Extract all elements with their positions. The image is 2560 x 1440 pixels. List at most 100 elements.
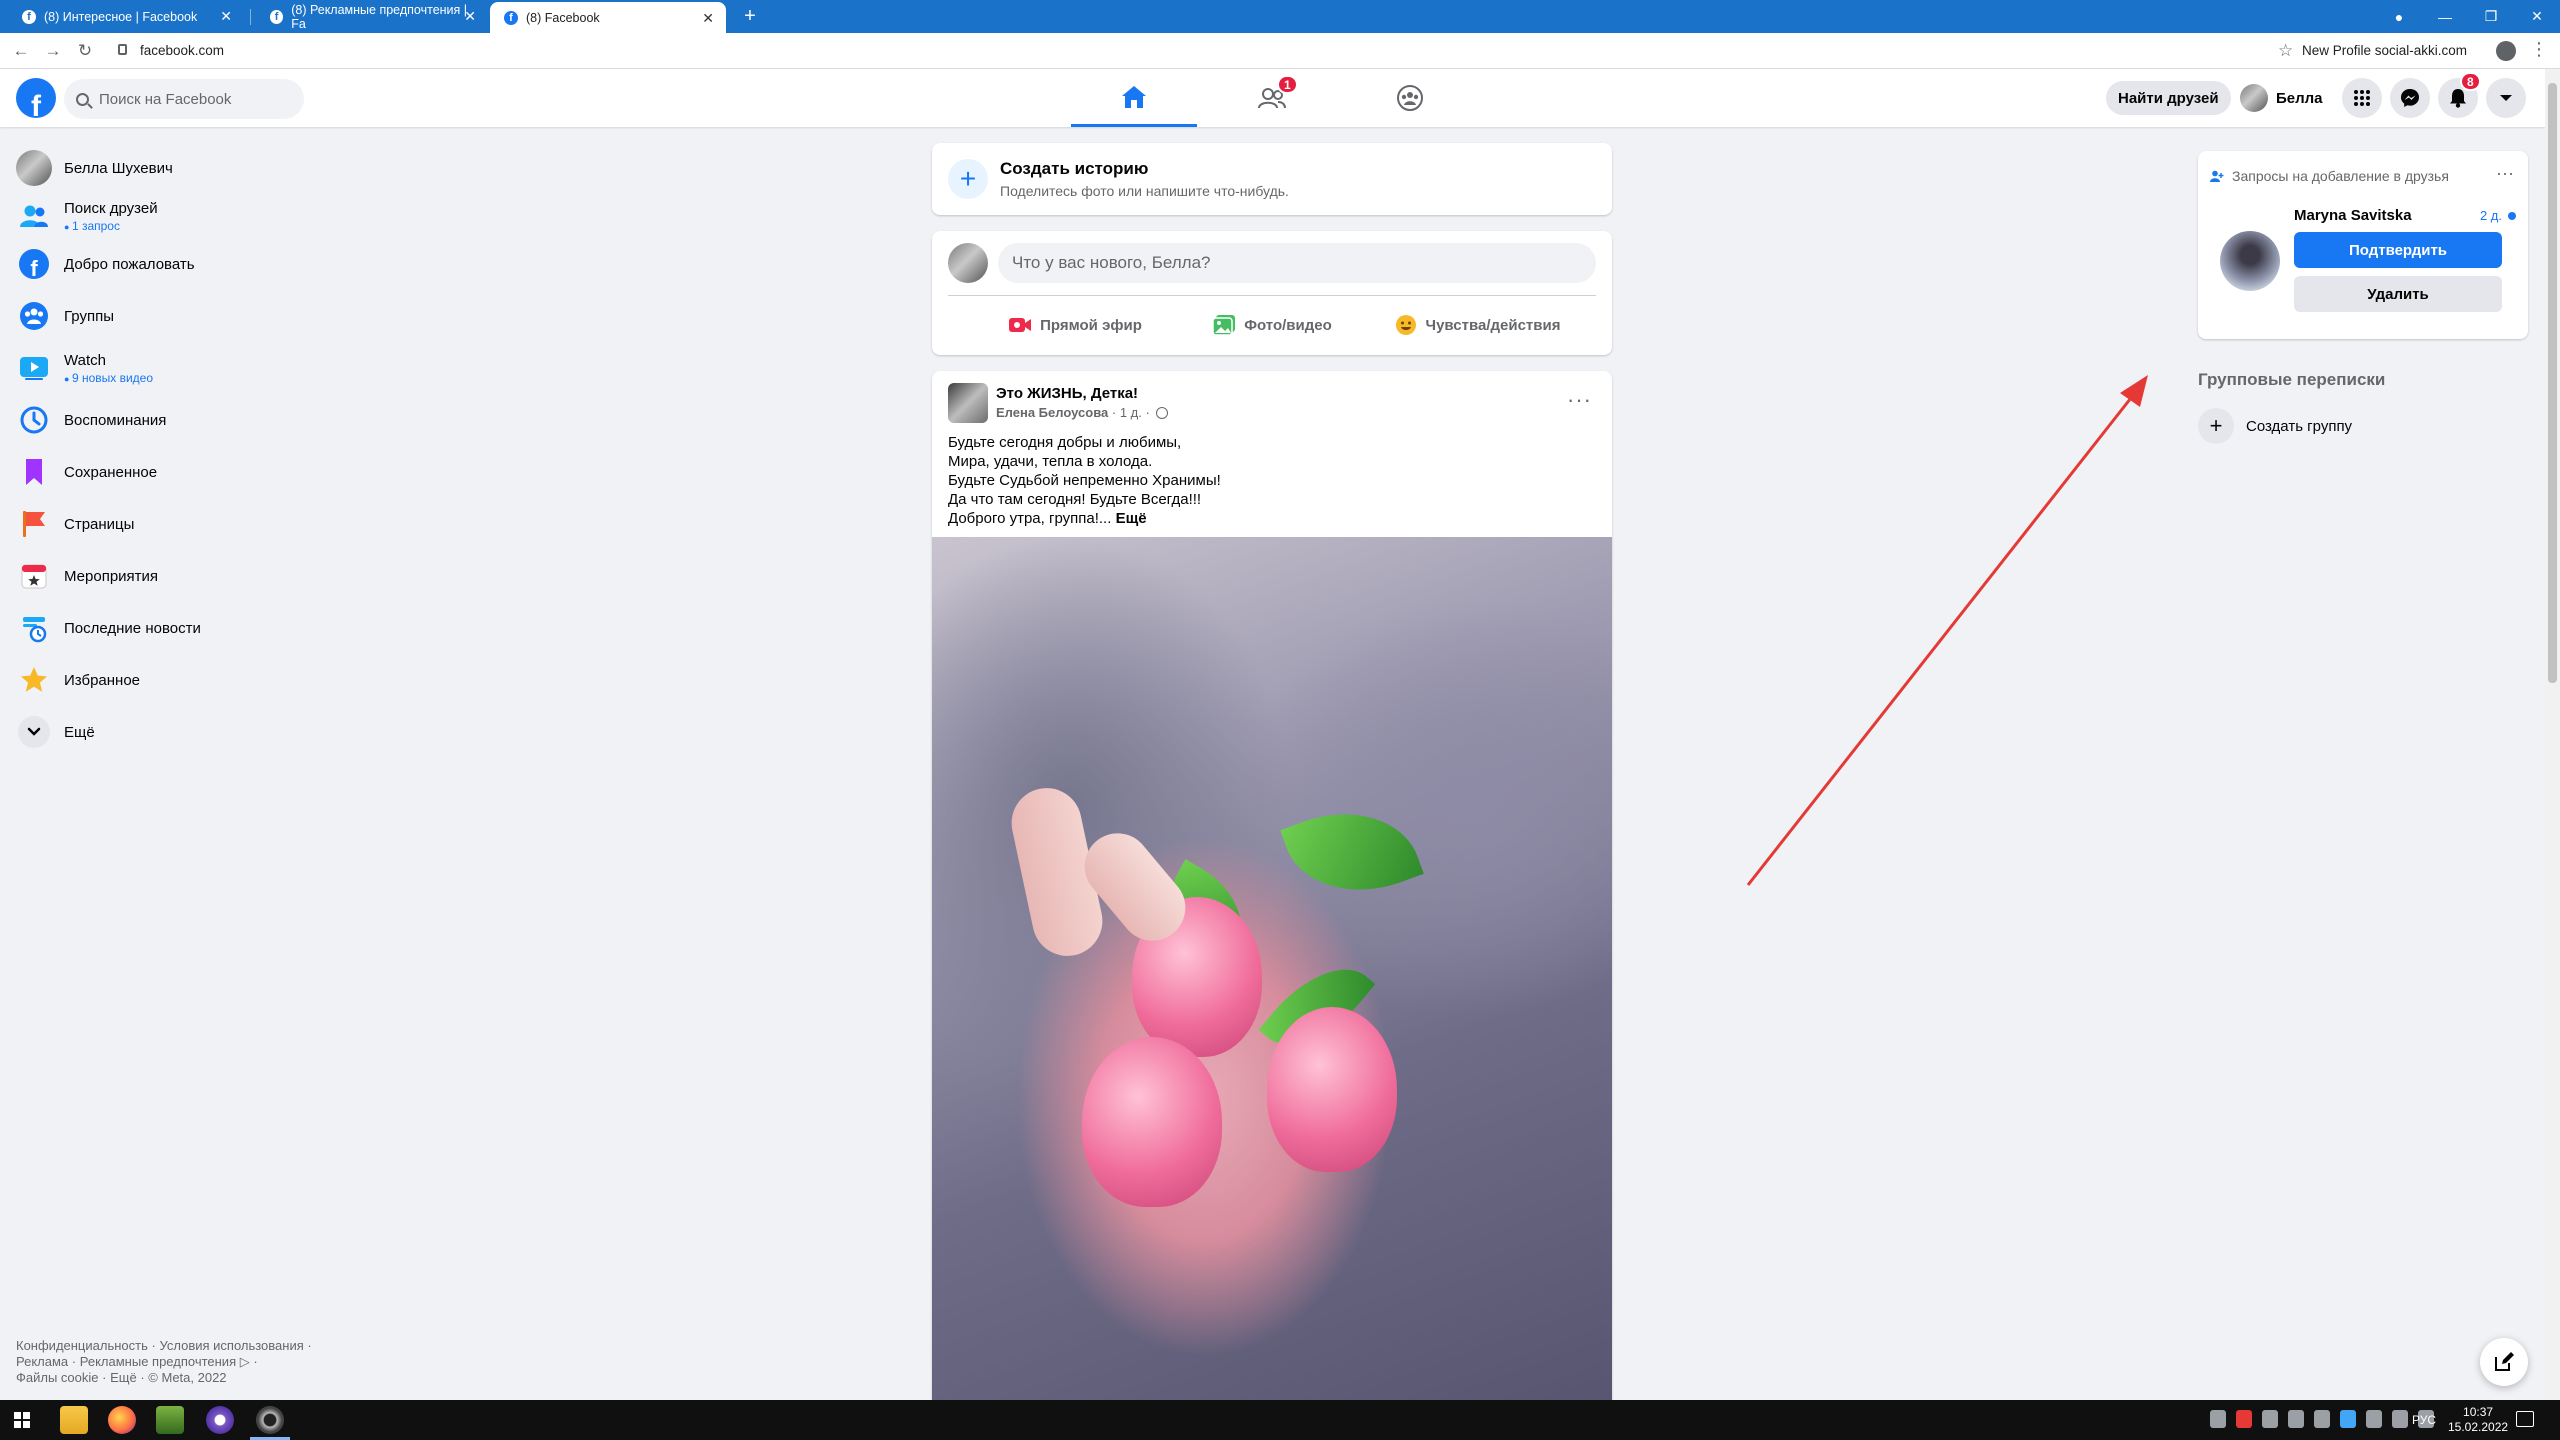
tab-groups[interactable] — [1347, 69, 1473, 127]
close-window-button[interactable]: ✕ — [2514, 0, 2560, 33]
url-field[interactable]: facebook.com — [140, 43, 224, 58]
unread-dot-icon — [2508, 212, 2516, 220]
scrollbar-thumb[interactable] — [2548, 83, 2557, 683]
tab-friends[interactable]: 1 — [1209, 69, 1335, 127]
search-input[interactable] — [99, 90, 279, 108]
browser-tab-ad-preferences[interactable]: f (8) Рекламные предпочтения | Fa ✕ — [256, 0, 488, 33]
profile-button[interactable]: Белла — [2236, 81, 2331, 115]
more-options-icon[interactable]: ··· — [2496, 163, 2514, 184]
language-indicator[interactable]: РУС — [2412, 1413, 2436, 1427]
browser-app-icon[interactable] — [256, 1406, 284, 1434]
browser-profile-label[interactable]: New Profile social-akki.com — [2302, 43, 2467, 58]
app-icon[interactable] — [206, 1406, 234, 1434]
post-photo[interactable] — [932, 537, 1612, 1440]
messenger-button[interactable] — [2390, 78, 2430, 118]
sidebar-item-sublabel: 9 новых видео — [64, 371, 153, 385]
account-menu-button[interactable] — [2486, 78, 2526, 118]
firefox-icon[interactable] — [108, 1406, 136, 1434]
sidebar-item-saved[interactable]: Сохраненное — [8, 448, 348, 496]
find-friends-button[interactable]: Найти друзей — [2106, 81, 2231, 115]
network-icon[interactable] — [2366, 1410, 2382, 1428]
new-message-button[interactable] — [2480, 1338, 2528, 1386]
bluetooth-icon[interactable] — [2340, 1410, 2356, 1428]
back-button[interactable]: ← — [10, 40, 32, 62]
see-more-link[interactable]: Ещё — [1116, 510, 1147, 527]
post-group-name[interactable]: Это ЖИЗНЬ, Детка! — [996, 385, 1138, 402]
footer-link-privacy[interactable]: Конфиденциальность — [16, 1338, 148, 1353]
account-icon[interactable] — [2496, 41, 2516, 61]
close-icon[interactable]: ✕ — [464, 8, 476, 25]
live-video-label: Прямой эфир — [1040, 316, 1142, 334]
tray-icon[interactable] — [2262, 1410, 2278, 1428]
sidebar-item-find-friends[interactable]: Поиск друзей 1 запрос — [8, 192, 348, 240]
sidebar-item-more[interactable]: Ещё — [8, 708, 348, 756]
page-scrollbar[interactable] — [2545, 69, 2560, 1400]
notifications-button[interactable]: 8 — [2438, 72, 2481, 118]
tray-icon[interactable] — [2288, 1410, 2304, 1428]
footer-link-more[interactable]: Ещё — [110, 1370, 137, 1385]
post-options-icon[interactable]: ··· — [1567, 387, 1592, 413]
tray-icon[interactable] — [2210, 1410, 2226, 1428]
group-avatar[interactable] — [948, 383, 988, 423]
tab-home[interactable] — [1071, 69, 1197, 127]
close-icon[interactable]: ✕ — [702, 10, 714, 27]
footer-link-cookies[interactable]: Файлы cookie — [16, 1370, 99, 1385]
reload-button[interactable]: ↻ — [74, 40, 96, 62]
sidebar-item-profile[interactable]: Белла Шухевич — [8, 144, 348, 192]
composer-input[interactable] — [998, 243, 1596, 283]
footer-link-terms[interactable]: Условия использования — [159, 1338, 303, 1353]
browser-profile-icon[interactable]: ● — [2376, 0, 2422, 33]
sidebar-item-events[interactable]: Мероприятия — [8, 552, 348, 600]
create-story-card[interactable]: + Создать историю Поделитесь фото или на… — [932, 143, 1612, 215]
tray-icon[interactable] — [2236, 1410, 2252, 1428]
watch-icon — [20, 357, 48, 380]
footer-link-ads[interactable]: Реклама — [16, 1354, 68, 1369]
sidebar-item-welcome[interactable]: f Добро пожаловать — [8, 240, 348, 288]
forward-button[interactable]: → — [42, 40, 64, 62]
action-center-icon[interactable] — [2516, 1411, 2534, 1427]
footer-separator: · — [151, 1338, 156, 1353]
bookmark-star-icon[interactable]: ☆ — [2278, 41, 2293, 61]
avatar[interactable] — [948, 243, 988, 283]
tab-title: (8) Facebook — [526, 10, 600, 25]
avatar[interactable] — [2220, 231, 2280, 291]
friend-requests-title[interactable]: Запросы на добавление в друзья — [2232, 168, 2449, 184]
taskbar-clock[interactable]: 10:37 15.02.2022 — [2448, 1405, 2508, 1435]
feed-post: Это ЖИЗНЬ, Детка! Елена Белоусова · 1 д.… — [932, 371, 1612, 1440]
sidebar-item-favorites[interactable]: Избранное — [8, 656, 348, 704]
minimize-button[interactable]: — — [2422, 0, 2468, 33]
feeling-activity-button[interactable]: Чувства/действия — [1372, 303, 1582, 347]
sidebar-item-label: Страницы — [64, 515, 135, 533]
clock-time: 10:37 — [2463, 1405, 2494, 1419]
post-author[interactable]: Елена Белоусова — [996, 405, 1108, 420]
battery-icon[interactable] — [2392, 1410, 2408, 1428]
tray-icon[interactable] — [2314, 1410, 2330, 1428]
close-icon[interactable]: ✕ — [220, 8, 232, 25]
browser-tab-facebook[interactable]: f (8) Facebook ✕ — [490, 2, 726, 33]
sidebar-item-watch[interactable]: Watch 9 новых видео — [8, 344, 348, 392]
confirm-button[interactable]: Подтвердить — [2294, 232, 2502, 268]
live-video-button[interactable]: Прямой эфир — [970, 303, 1180, 347]
sidebar-item-memories[interactable]: Воспоминания — [8, 396, 348, 444]
sidebar-item-pages[interactable]: Страницы — [8, 500, 348, 548]
footer-link-ad-choices[interactable]: Рекламные предпочтения — [80, 1354, 236, 1369]
windows-start-icon[interactable] — [14, 1412, 30, 1428]
browser-tab-interesting[interactable]: f (8) Интересное | Facebook ✕ — [8, 0, 244, 33]
favorites-icon — [21, 667, 47, 692]
file-explorer-icon[interactable] — [60, 1406, 88, 1434]
browser-menu-icon[interactable]: ⋮ — [2530, 39, 2548, 60]
photo-video-button[interactable]: Фото/видео — [1167, 303, 1377, 347]
spreadsheet-app-icon[interactable] — [156, 1406, 184, 1434]
post-time[interactable]: 1 д. — [1120, 405, 1142, 420]
menu-button[interactable] — [2342, 78, 2382, 118]
delete-button[interactable]: Удалить — [2294, 276, 2502, 312]
restore-button[interactable]: ❐ — [2468, 0, 2514, 33]
facebook-logo-icon[interactable]: f — [16, 78, 56, 118]
new-tab-button[interactable]: + — [738, 4, 762, 28]
sidebar-item-groups[interactable]: Группы — [8, 292, 348, 340]
requester-name[interactable]: Maryna Savitska — [2294, 207, 2412, 224]
search-box[interactable] — [64, 79, 304, 119]
sidebar-item-label: Мероприятия — [64, 567, 159, 585]
sidebar-item-news[interactable]: Последние новости — [8, 604, 348, 652]
create-group-button[interactable]: + Создать группу — [2198, 408, 2352, 444]
